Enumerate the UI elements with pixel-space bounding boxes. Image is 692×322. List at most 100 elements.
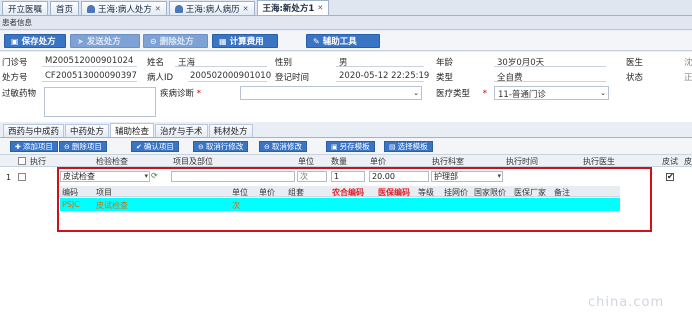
cancel-edit-button[interactable]: ⊖ 取消修改: [259, 141, 307, 152]
button-label: 确认项目: [143, 142, 174, 151]
tools-button[interactable]: ✎ 辅助工具: [306, 34, 380, 48]
template-icon: ▤: [389, 142, 396, 151]
age-label: 年龄: [436, 58, 454, 68]
doctor-label: 医生: [626, 58, 644, 68]
required-marker: *: [482, 89, 487, 99]
tools-icon: ✎: [313, 36, 320, 46]
diagnosis-label: 疾病诊断 *: [160, 87, 201, 99]
delete-icon: ⊖: [64, 142, 70, 151]
tab-home[interactable]: 首页: [50, 1, 80, 15]
tab-label: 开立医嘱: [8, 4, 43, 15]
row-number: 1: [6, 173, 12, 182]
add-icon: ✚: [15, 142, 21, 151]
patient-id-label: 病人ID: [147, 73, 174, 83]
clinic-no-label: 门诊号: [2, 58, 28, 68]
col-price: 单价: [370, 157, 386, 166]
send-icon: ➤: [77, 36, 84, 46]
button-label: 添加项目: [22, 142, 53, 151]
tab-treatment-surgery[interactable]: 治疗与手术: [155, 124, 208, 137]
button-label: 另存模板: [339, 142, 370, 151]
row-checkbox[interactable]: [18, 173, 26, 181]
button-label: 保存处方: [21, 37, 56, 47]
rx-no-label: 处方号: [2, 73, 28, 83]
tab-auxiliary-exam[interactable]: 辅助检查: [110, 123, 155, 137]
col-execute: 执行: [30, 157, 46, 166]
cancel-icon: ⊖: [264, 142, 270, 151]
check-icon: ✔: [667, 172, 674, 181]
add-item-button[interactable]: ✚ 添加项目: [10, 141, 58, 152]
confirm-item-button[interactable]: ✔ 确认项目: [131, 141, 179, 152]
gender-value: 男: [339, 58, 348, 68]
status-value: 正: [684, 73, 692, 83]
delete-prescription-button[interactable]: ⊖ 删除处方: [143, 34, 208, 48]
col-item-site: 项目及部位: [173, 157, 213, 166]
col-exec-doctor: 执行医生: [583, 157, 615, 166]
tab-label: 王海:新处方1: [262, 4, 315, 14]
watermark: china.com: [588, 295, 665, 310]
button-label: 选择模板: [397, 142, 428, 151]
col-skin-test: 皮试: [662, 157, 678, 166]
delete-item-button[interactable]: ⊖ 删除项目: [59, 141, 107, 152]
col-dept: 执行科室: [432, 157, 464, 166]
type-value: 全自费: [497, 73, 523, 83]
tab-consumables[interactable]: 耗材处方: [208, 124, 253, 137]
allergy-label: 过敏药物: [2, 89, 37, 99]
close-icon[interactable]: ✕: [155, 5, 161, 13]
select-all-checkbox[interactable]: [18, 157, 26, 165]
tab-patient-prescription[interactable]: 王海:病人处方 ✕: [81, 1, 167, 15]
button-label: 删除处方: [159, 37, 194, 47]
save-prescription-button[interactable]: ▣ 保存处方: [4, 34, 66, 48]
diagnosis-label-text: 疾病诊断: [160, 89, 195, 99]
cancel-icon: ⊖: [198, 142, 204, 151]
close-icon[interactable]: ✕: [243, 5, 249, 13]
tab-label: 耗材处方: [213, 127, 248, 137]
delete-icon: ⊖: [150, 36, 157, 46]
allergy-textarea[interactable]: [44, 87, 156, 117]
pick-template-button[interactable]: ▤ 选择模板: [384, 141, 433, 152]
col-exec-time: 执行时间: [506, 157, 538, 166]
col-exam: 检验检查: [96, 157, 128, 166]
rx-no-value: CF200513000090397: [45, 71, 137, 81]
tab-label: 王海:病人处方: [98, 4, 152, 15]
diagnosis-select[interactable]: ⌄: [240, 86, 422, 100]
gender-box: [336, 55, 424, 67]
tab-western-medicine[interactable]: 西药与中成药: [3, 124, 65, 137]
check-icon: ✔: [136, 142, 142, 151]
tab-label: 治疗与手术: [160, 127, 203, 137]
calc-fee-button[interactable]: ▦ 计算费用: [212, 34, 278, 48]
close-icon[interactable]: ✕: [317, 4, 323, 12]
type-label: 类型: [436, 73, 454, 83]
tab-label: 王海:病人病历: [185, 4, 240, 15]
med-type-value: 11-普通门诊: [498, 90, 546, 100]
tab-chinese-medicine[interactable]: 中药处方: [65, 124, 110, 137]
tab-label: 中药处方: [70, 127, 105, 137]
person-icon: [174, 4, 183, 13]
highlight-box: [57, 167, 652, 232]
gender-label: 性别: [275, 58, 293, 68]
tab-label: 辅助检查: [115, 126, 150, 137]
skin-test-checkbox[interactable]: ✔: [666, 172, 674, 181]
clinic-no-value: M200512000901024: [45, 56, 134, 66]
calculator-icon: ▦: [219, 36, 227, 46]
save-template-button[interactable]: ▣ 另存模板: [326, 141, 375, 152]
button-label: 取消修改: [271, 142, 302, 151]
grid-header: 执行 检验检查 项目及部位 单位 数量 单价 执行科室 执行时间 执行医生 皮试…: [0, 155, 692, 167]
col-skin-test-2: 皮: [684, 157, 692, 166]
send-prescription-button[interactable]: ➤ 发送处方: [70, 34, 140, 48]
patient-info-bar: 患者信息: [0, 16, 692, 30]
save-icon: ▣: [331, 142, 338, 151]
name-value: 王海: [178, 58, 196, 68]
chevron-down-icon: ⌄: [600, 89, 606, 97]
med-type-select[interactable]: 11-普通门诊 ⌄: [494, 86, 609, 100]
required-marker: *: [196, 89, 201, 99]
age-value: 30岁0月0天: [497, 58, 545, 68]
col-qty: 数量: [331, 157, 347, 166]
person-icon: [87, 4, 96, 13]
cancel-row-edit-button[interactable]: ⊖ 取消行修改: [193, 141, 249, 152]
tab-patient-record[interactable]: 王海:病人病历 ✕: [168, 1, 255, 15]
tab-new-prescription[interactable]: 王海:新处方1 ✕: [256, 0, 330, 15]
tab-open-order[interactable]: 开立医嘱: [2, 1, 49, 15]
save-icon: ▣: [11, 36, 19, 46]
chevron-down-icon: ⌄: [413, 89, 419, 97]
button-label: 计算费用: [229, 37, 264, 47]
